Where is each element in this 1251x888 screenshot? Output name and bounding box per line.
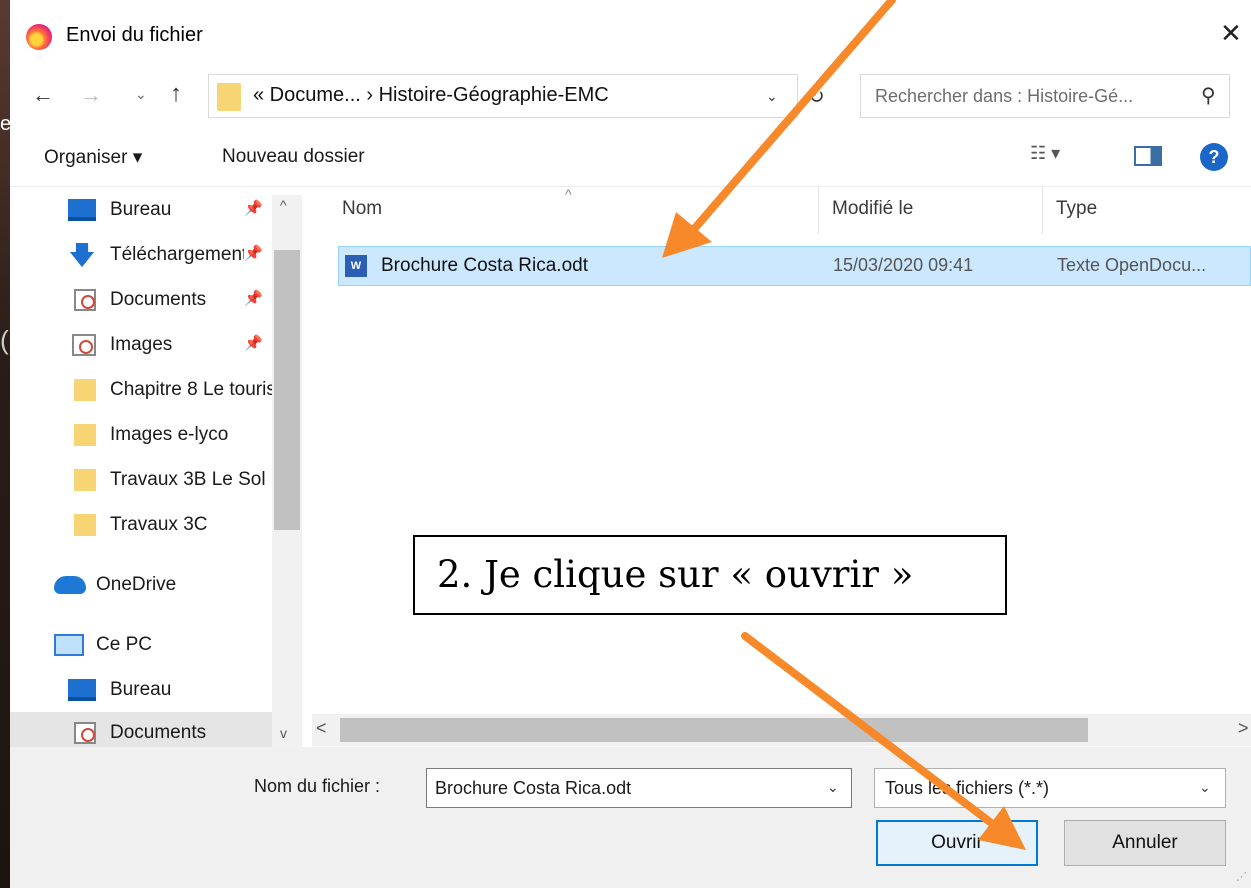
images-icon xyxy=(72,334,96,356)
horizontal-scroll-thumb[interactable] xyxy=(340,718,1088,742)
filename-field[interactable]: Brochure Costa Rica.odt ⌄ xyxy=(426,768,852,808)
folder-icon xyxy=(74,514,96,536)
document-file-icon: W xyxy=(345,255,367,277)
annotation-callout: 2. Je clique sur « ouvrir » xyxy=(413,535,1007,615)
onedrive-icon xyxy=(54,576,86,594)
sidebar-item-telechargements[interactable]: 🡇 Téléchargements 📌 xyxy=(10,234,272,276)
sidebar-scroll-thumb[interactable] xyxy=(274,250,300,530)
sidebar-item-label: Travaux 3C xyxy=(110,514,208,535)
up-arrow-icon[interactable]: ↑ xyxy=(170,80,182,108)
address-bar[interactable]: « Docume... › Histoire-Géographie-EMC xyxy=(208,74,798,118)
file-name: Brochure Costa Rica.odt xyxy=(381,255,588,276)
sidebar-item-label: OneDrive xyxy=(96,574,177,595)
sort-ascending-icon: ^ xyxy=(565,186,572,202)
sidebar-item-ce-pc[interactable]: Ce PC xyxy=(10,624,272,666)
folder-icon xyxy=(74,469,96,491)
filter-value: Tous les fichiers (*.*) xyxy=(885,778,1050,798)
scroll-down-icon[interactable]: v xyxy=(280,725,287,741)
sidebar-item-images-e-lyco[interactable]: Images e-lyco xyxy=(10,414,272,456)
help-icon[interactable]: ? xyxy=(1200,143,1228,171)
back-arrow-icon[interactable]: ← xyxy=(32,82,54,108)
window-title: Envoi du fichier xyxy=(66,24,203,46)
desktop-icon xyxy=(68,199,96,221)
column-header-date[interactable]: Modifié le xyxy=(832,198,913,220)
chevron-down-icon[interactable]: ⌄ xyxy=(827,779,839,796)
documents-icon xyxy=(74,722,96,744)
scroll-up-icon[interactable]: ^ xyxy=(280,197,287,213)
pin-icon: 📌 xyxy=(244,335,263,352)
pin-icon: 📌 xyxy=(244,245,263,262)
pin-icon: 📌 xyxy=(244,290,263,307)
search-input[interactable]: Rechercher dans : Histoire-Gé... ⚲ xyxy=(860,74,1230,118)
filename-label: Nom du fichier : xyxy=(254,776,381,796)
firefox-icon xyxy=(26,24,52,50)
column-header-name[interactable]: Nom xyxy=(342,198,382,220)
address-path[interactable]: « Docume... › Histoire-Géographie-EMC xyxy=(253,84,609,107)
file-modified-date: 15/03/2020 09:41 xyxy=(833,255,974,275)
column-divider[interactable] xyxy=(1042,187,1043,235)
file-dialog: Envoi du fichier ✕ ← → ⌄ ↑ « Docume... ›… xyxy=(10,0,1251,888)
file-row[interactable]: W Brochure Costa Rica.odt 15/03/2020 09:… xyxy=(338,246,1251,286)
sidebar-item-images[interactable]: Images 📌 xyxy=(10,324,272,366)
sidebar-item-documents[interactable]: Documents 📌 xyxy=(10,279,272,321)
desktop-icon xyxy=(68,679,96,701)
callout-text: 2. Je clique sur « ouvrir » xyxy=(437,553,914,596)
folder-icon xyxy=(217,83,241,111)
sidebar-item-bureau[interactable]: Bureau 📌 xyxy=(10,189,272,231)
chevron-down-icon[interactable]: ⌄ xyxy=(766,88,778,105)
new-folder-button[interactable]: Nouveau dossier xyxy=(222,146,365,168)
sidebar-item-travaux-3b[interactable]: Travaux 3B Le Sol xyxy=(10,459,272,501)
sidebar-item-label: Chapitre 8 Le tourisme xyxy=(110,379,272,400)
pin-icon: 📌 xyxy=(244,200,263,217)
sidebar-item-label: Ce PC xyxy=(96,634,152,655)
search-placeholder: Rechercher dans : Histoire-Gé... xyxy=(875,86,1134,106)
sidebar-item-chapitre-8[interactable]: Chapitre 8 Le tourisme xyxy=(10,369,272,411)
search-icon: ⚲ xyxy=(1201,85,1216,107)
sidebar-item-label: Images e-lyco xyxy=(110,424,229,445)
cancel-button[interactable]: Annuler xyxy=(1064,820,1226,866)
folder-icon xyxy=(74,379,96,401)
column-divider[interactable] xyxy=(818,187,819,235)
file-type-filter[interactable]: Tous les fichiers (*.*) ⌄ xyxy=(874,768,1226,808)
recent-locations-chevron-icon[interactable]: ⌄ xyxy=(135,86,147,103)
scroll-right-icon[interactable]: > xyxy=(1238,718,1249,739)
preview-pane-icon[interactable] xyxy=(1134,146,1162,166)
file-type: Texte OpenDocu... xyxy=(1057,255,1207,275)
download-icon: 🡇 xyxy=(68,240,96,270)
sidebar-item-travaux-3c[interactable]: Travaux 3C xyxy=(10,504,272,546)
open-button[interactable]: Ouvrir xyxy=(876,820,1038,866)
resize-grip-icon[interactable]: ⋰ xyxy=(1236,870,1247,883)
folder-icon xyxy=(74,424,96,446)
forward-arrow-icon[interactable]: → xyxy=(80,82,102,108)
sidebar-item-onedrive[interactable]: OneDrive xyxy=(10,564,272,606)
organise-button[interactable]: Organiser ▾ xyxy=(44,146,142,169)
refresh-icon[interactable]: ↻ xyxy=(808,84,825,109)
documents-icon xyxy=(74,289,96,311)
sidebar-item-bureau-pc[interactable]: Bureau xyxy=(10,669,272,711)
view-options-icon[interactable]: ☷ ▾ xyxy=(1030,143,1060,164)
sidebar-item-label: Téléchargements xyxy=(110,244,244,265)
sidebar-item-label: Bureau xyxy=(110,679,172,700)
scroll-left-icon[interactable]: < xyxy=(316,718,327,739)
filename-value: Brochure Costa Rica.odt xyxy=(435,778,632,798)
sidebar-item-label: Travaux 3B Le Sol xyxy=(110,469,266,490)
sidebar-item-label: Documents xyxy=(110,722,207,743)
title-bar: Envoi du fichier ✕ xyxy=(10,0,1251,72)
column-header-type[interactable]: Type xyxy=(1056,198,1097,220)
close-icon[interactable]: ✕ xyxy=(1220,18,1242,48)
navigation-pane: Bureau 📌 🡇 Téléchargements 📌 Documents 📌… xyxy=(10,187,302,747)
sidebar-item-documents-pc[interactable]: Documents xyxy=(10,712,272,747)
pc-icon xyxy=(54,634,84,656)
background-fragment: ( xyxy=(0,325,9,355)
chevron-down-icon[interactable]: ⌄ xyxy=(1199,779,1211,796)
